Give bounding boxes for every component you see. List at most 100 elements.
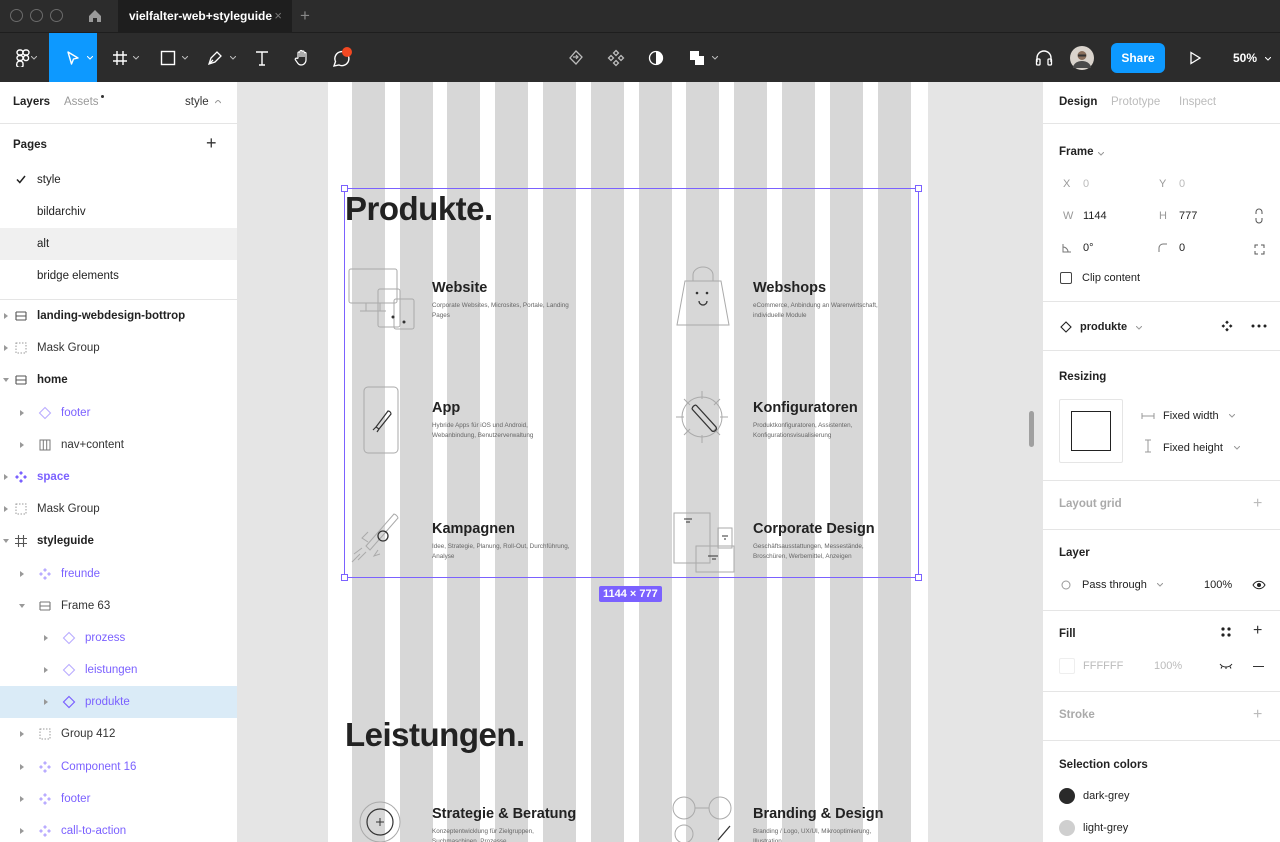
avatar[interactable]	[1069, 33, 1095, 83]
tab-close-icon[interactable]: ×	[274, 0, 282, 32]
tab-layers[interactable]: Layers	[13, 96, 50, 108]
component-swap-button[interactable]	[563, 33, 589, 83]
comment-tool-button[interactable]	[328, 33, 356, 83]
layer-item[interactable]: Mask Group	[0, 332, 237, 364]
y-input[interactable]: 0	[1179, 178, 1185, 190]
layer-item[interactable]: landing-webdesign-bottrop	[0, 300, 237, 332]
expand-arrow-icon[interactable]	[4, 473, 8, 480]
fill-swatch[interactable]	[1059, 658, 1075, 674]
resize-handle[interactable]	[341, 185, 348, 192]
height-input[interactable]: 777	[1179, 210, 1197, 222]
blend-mode-select[interactable]: Pass through	[1082, 579, 1147, 591]
hand-tool-button[interactable]	[288, 33, 316, 83]
go-to-main-component-icon[interactable]	[1221, 320, 1233, 332]
expand-arrow-icon[interactable]	[20, 731, 24, 738]
present-button[interactable]	[1184, 33, 1206, 83]
layer-item[interactable]: Component 16	[0, 751, 237, 783]
mask-button[interactable]	[643, 33, 669, 83]
layer-item[interactable]: footer	[0, 783, 237, 815]
file-tab[interactable]: vielfalter-web+styleguide ×	[118, 0, 292, 32]
canvas-scrollbar[interactable]	[1029, 411, 1034, 447]
layer-item-selected[interactable]: produkte	[0, 686, 237, 719]
layer-item[interactable]: prozess	[0, 622, 237, 654]
expand-arrow-icon[interactable]	[44, 699, 48, 706]
layer-item[interactable]: nav+content	[0, 429, 237, 461]
layer-item[interactable]: freunde	[0, 558, 237, 590]
more-options-icon[interactable]	[1251, 324, 1267, 328]
close-window-button[interactable]	[10, 9, 23, 22]
canvas[interactable]: Produkte. Website Corporate Websites, Mi…	[238, 82, 1042, 842]
collapse-arrow-icon[interactable]	[3, 378, 9, 383]
styles-grid-icon[interactable]	[1221, 627, 1231, 637]
expand-arrow-icon[interactable]	[44, 667, 48, 674]
page-item-bridge-elements[interactable]: bridge elements	[0, 260, 237, 292]
resize-handle[interactable]	[915, 185, 922, 192]
add-fill-button[interactable]: +	[1253, 623, 1262, 639]
component-name[interactable]: produkte	[1080, 321, 1127, 333]
layer-item[interactable]: call-to-action	[0, 815, 237, 842]
page-item-style[interactable]: style	[0, 164, 237, 196]
fill-hex-input[interactable]: FFFFFF	[1083, 660, 1123, 672]
zoom-menu[interactable]: 50%	[1233, 33, 1272, 83]
layer-item[interactable]: space	[0, 461, 237, 493]
minimize-window-button[interactable]	[30, 9, 43, 22]
new-tab-button[interactable]: +	[300, 0, 310, 32]
color-name[interactable]: dark-grey	[1083, 790, 1129, 802]
page-item-alt[interactable]: alt	[0, 228, 237, 260]
light-grey-swatch[interactable]	[1059, 820, 1075, 836]
add-page-button[interactable]: +	[206, 134, 217, 152]
layer-item[interactable]: Group 412	[0, 718, 237, 750]
home-icon[interactable]	[84, 6, 106, 26]
boolean-button[interactable]	[683, 33, 711, 83]
radius-input[interactable]: 0	[1179, 242, 1185, 254]
width-input[interactable]: 1144	[1083, 210, 1107, 222]
independent-corners-icon[interactable]	[1254, 244, 1265, 255]
expand-arrow-icon[interactable]	[20, 570, 24, 577]
selection-frame[interactable]	[344, 188, 919, 578]
x-input[interactable]: 0	[1083, 178, 1089, 190]
collapse-arrow-icon[interactable]	[19, 603, 25, 608]
color-name[interactable]: light-grey	[1083, 822, 1128, 834]
layer-item[interactable]: footer	[0, 397, 237, 429]
resize-handle[interactable]	[915, 574, 922, 581]
height-resizing-select[interactable]: Fixed height	[1163, 442, 1223, 454]
fill-opacity-input[interactable]: 100%	[1154, 660, 1182, 672]
expand-arrow-icon[interactable]	[20, 409, 24, 416]
layer-item[interactable]: leistungen	[0, 654, 237, 686]
frame-header[interactable]: Frame	[1059, 146, 1094, 158]
page-item-bildarchiv[interactable]: bildarchiv	[0, 196, 237, 228]
layer-item[interactable]: Mask Group	[0, 493, 237, 525]
layer-opacity-input[interactable]: 100%	[1204, 579, 1232, 591]
eye-icon[interactable]	[1252, 580, 1266, 590]
clip-content-checkbox[interactable]	[1060, 272, 1072, 284]
layer-item[interactable]: Frame 63	[0, 590, 237, 622]
collapse-arrow-icon[interactable]	[3, 539, 9, 544]
share-button[interactable]: Share	[1111, 43, 1165, 73]
tab-inspect[interactable]: Inspect	[1179, 96, 1216, 108]
shape-tool-button[interactable]	[154, 33, 182, 83]
pen-tool-button[interactable]	[201, 33, 229, 83]
add-stroke-button[interactable]: +	[1253, 707, 1262, 723]
expand-arrow-icon[interactable]	[20, 795, 24, 802]
create-component-button[interactable]	[603, 33, 629, 83]
text-tool-button[interactable]	[248, 33, 276, 83]
layer-item[interactable]: styleguide	[0, 525, 237, 557]
page-select[interactable]: style	[185, 96, 209, 108]
expand-arrow-icon[interactable]	[4, 345, 8, 352]
layer-item[interactable]: home	[0, 364, 237, 396]
audio-button[interactable]	[1031, 33, 1057, 83]
expand-arrow-icon[interactable]	[20, 441, 24, 448]
expand-arrow-icon[interactable]	[4, 506, 8, 513]
resize-handle[interactable]	[341, 574, 348, 581]
maximize-window-button[interactable]	[50, 9, 63, 22]
eye-closed-icon[interactable]	[1219, 663, 1233, 669]
expand-arrow-icon[interactable]	[44, 634, 48, 641]
expand-arrow-icon[interactable]	[4, 313, 8, 319]
frame-tool-button[interactable]	[106, 33, 134, 83]
remove-fill-button[interactable]	[1253, 666, 1264, 667]
constrain-proportions-icon[interactable]	[1253, 208, 1265, 224]
tab-design[interactable]: Design	[1059, 96, 1097, 108]
dark-grey-swatch[interactable]	[1059, 788, 1075, 804]
expand-arrow-icon[interactable]	[20, 763, 24, 770]
width-resizing-select[interactable]: Fixed width	[1163, 410, 1219, 422]
